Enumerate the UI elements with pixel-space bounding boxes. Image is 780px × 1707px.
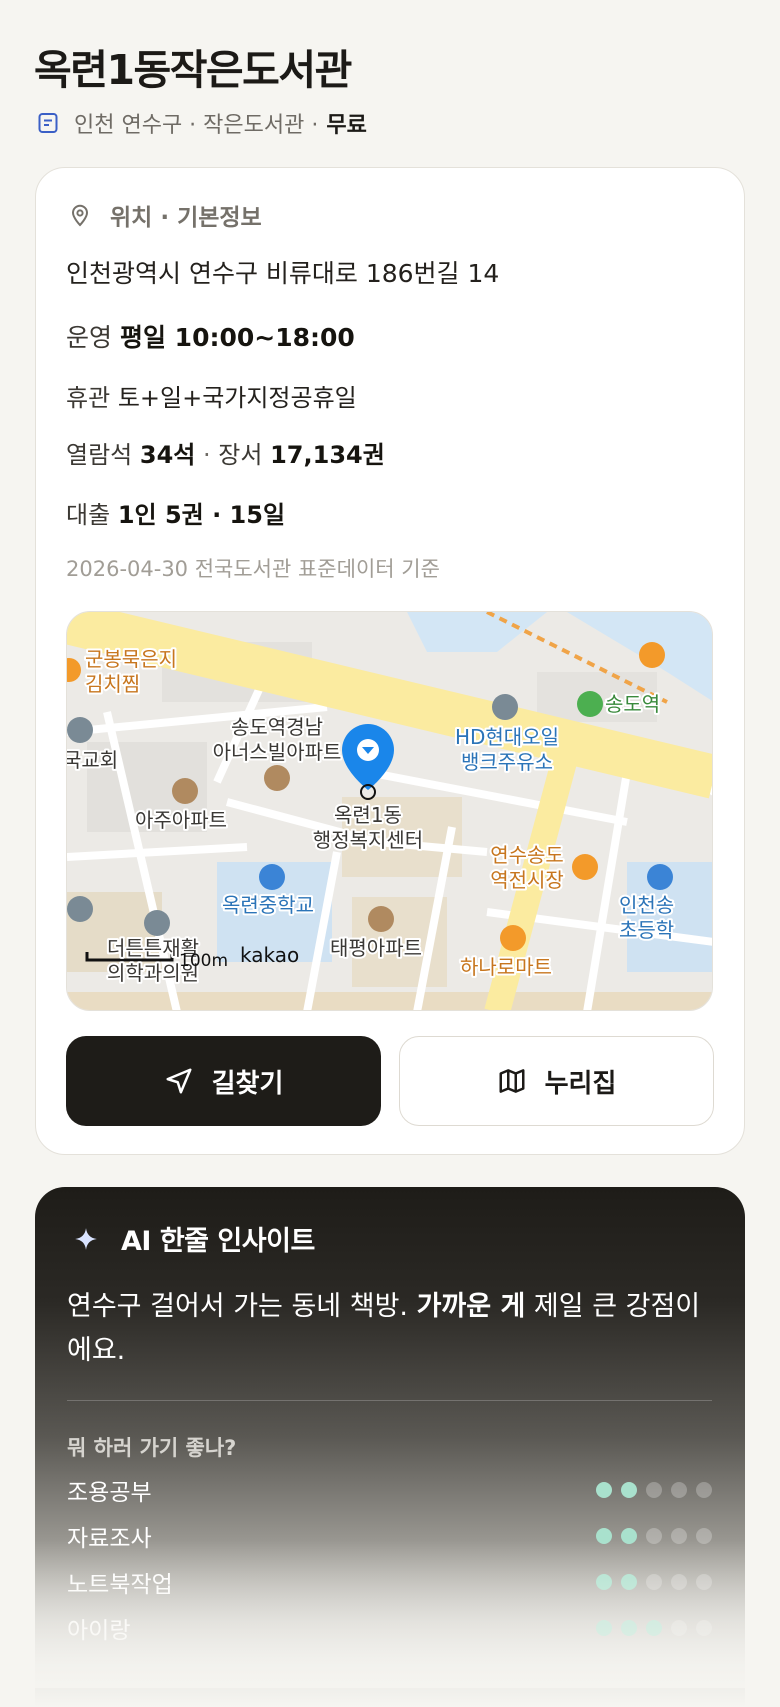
- purpose-item: 노트북작업: [67, 1565, 712, 1599]
- ai-insight-title: AI 한줄 인사이트: [121, 1226, 315, 1257]
- location-pin-icon: [71, 204, 89, 227]
- rating-dot: [646, 1574, 662, 1590]
- books-value: 17,134권: [270, 441, 385, 469]
- directions-button[interactable]: 길찾기: [66, 1036, 381, 1126]
- page-title: 옥련1동작은도서관: [34, 46, 352, 94]
- page: 옥련1동작은도서관 인천 연수구 · 작은도서관 · 무료 위치 · 기본정보 …: [0, 0, 780, 1707]
- purpose-rating: [596, 1620, 712, 1636]
- purpose-rating: [596, 1574, 712, 1590]
- loan-value: 1인 5권 · 15일: [117, 501, 286, 529]
- rating-dot: [696, 1574, 712, 1590]
- rating-dot: [621, 1482, 637, 1498]
- map-canvas[interactable]: 군봉묵은지 김치찜 송도역경남 아너스빌아파트 HD현대오일 뱅크주유소 송도역 국교…: [67, 612, 713, 1011]
- navigation-arrow-icon: [166, 1068, 192, 1094]
- closed-days: 휴관 토+일+국가지정공휴일: [66, 378, 357, 413]
- rating-dot: [671, 1482, 687, 1498]
- closed-label: 휴관: [66, 384, 111, 412]
- ai-question: 뭐 하러 가기 좋나?: [67, 1436, 237, 1460]
- info-card: 위치 · 기본정보 인천광역시 연수구 비류대로 186번길 14 운영 평일 …: [35, 167, 745, 1155]
- directions-label: 길찾기: [211, 1068, 284, 1099]
- rating-dot: [671, 1620, 687, 1636]
- map-icon: [499, 1069, 525, 1093]
- map-label-hanaro: 하나로마트: [460, 955, 552, 979]
- loan-label: 대출: [66, 501, 111, 529]
- library-meta: 인천 연수구 · 작은도서관 · 무료: [36, 106, 367, 140]
- map-label-apt-songdo: 송도역경남 아너스빌아파트: [213, 715, 342, 764]
- rating-dot: [646, 1482, 662, 1498]
- map-label-elementary: 인천송 초등학: [619, 893, 674, 942]
- map-label-market: 연수송도 역전시장: [490, 843, 564, 892]
- rating-dot: [596, 1574, 612, 1590]
- region-type-text: 인천 연수구 · 작은도서관 ·: [74, 113, 319, 138]
- map[interactable]: 군봉묵은지 김치찜 송도역경남 아너스빌아파트 HD현대오일 뱅크주유소 송도역 국교…: [66, 611, 713, 1011]
- rating-dot: [621, 1574, 637, 1590]
- location-section-header: 위치 · 기본정보: [68, 198, 262, 232]
- hours-label: 운영: [66, 323, 113, 352]
- address: 인천광역시 연수구 비류대로 186번길 14: [66, 259, 500, 288]
- map-label-aju: 아주아파트: [135, 808, 227, 832]
- rating-dot: [646, 1528, 662, 1544]
- data-source: 2026-04-30 전국도서관 표준데이터 기준: [66, 557, 440, 581]
- location-section-title: 위치 · 기본정보: [110, 205, 262, 231]
- rating-dot: [696, 1482, 712, 1498]
- map-label-hd-oil: HD현대오일 뱅크주유소: [455, 725, 559, 774]
- map-label-songdo-station: 송도역: [605, 692, 660, 716]
- rating-dot: [596, 1528, 612, 1544]
- purpose-item: 아이랑: [67, 1611, 712, 1645]
- seats-value: 34석: [139, 441, 196, 469]
- rating-dot: [696, 1620, 712, 1636]
- map-label-school: 옥련중학교: [222, 893, 314, 917]
- fee-text: 무료: [326, 113, 367, 138]
- seats-books: 열람석 34석 · 장서 17,134권: [66, 441, 385, 469]
- rating-dot: [621, 1528, 637, 1544]
- purpose-rating: [596, 1482, 712, 1498]
- website-label: 누리집: [544, 1068, 617, 1099]
- purpose-name: 자료조사: [67, 1526, 152, 1552]
- map-scale-label: 100m: [179, 951, 228, 971]
- opening-hours: 운영 평일 10:00~18:00: [66, 318, 355, 354]
- closed-value: 토+일+국가지정공휴일: [117, 384, 357, 412]
- purpose-name: 아이랑: [67, 1618, 131, 1644]
- rating-dot: [621, 1620, 637, 1636]
- rating-dot: [596, 1620, 612, 1636]
- purpose-name: 조용공부: [67, 1480, 152, 1506]
- purpose-name: 노트북작업: [67, 1572, 173, 1598]
- ai-insight-header: AI 한줄 인사이트: [73, 1219, 315, 1258]
- website-button[interactable]: 누리집: [399, 1036, 714, 1126]
- purpose-item: 조용공부: [67, 1473, 712, 1507]
- rating-dot: [646, 1620, 662, 1636]
- sparkle-icon: [75, 1227, 97, 1250]
- hours-value: 평일 10:00~18:00: [119, 323, 355, 352]
- books-label: 장서: [218, 441, 263, 469]
- ai-insight-card: AI 한줄 인사이트 연수구 걸어서 가는 동네 책방. 가까운 게 제일 큰 …: [35, 1187, 745, 1707]
- loan-policy: 대출 1인 5권 · 15일: [66, 495, 285, 530]
- map-label-taepyeong: 태평아파트: [330, 936, 422, 960]
- rating-dot: [596, 1482, 612, 1498]
- document-icon: [38, 113, 58, 133]
- rating-dot: [671, 1528, 687, 1544]
- map-label-church: 국교회: [67, 748, 118, 772]
- ai-insight-text: 연수구 걸어서 가는 동네 책방. 가까운 게 제일 큰 강점이에요.: [67, 1291, 701, 1366]
- purpose-item: 자료조사: [67, 1519, 712, 1553]
- rating-dot: [671, 1574, 687, 1590]
- purpose-rating: [596, 1528, 712, 1544]
- divider: [67, 1400, 712, 1401]
- kakao-logo: kakao: [240, 943, 299, 967]
- rating-dot: [696, 1528, 712, 1544]
- seats-label: 열람석: [66, 441, 133, 469]
